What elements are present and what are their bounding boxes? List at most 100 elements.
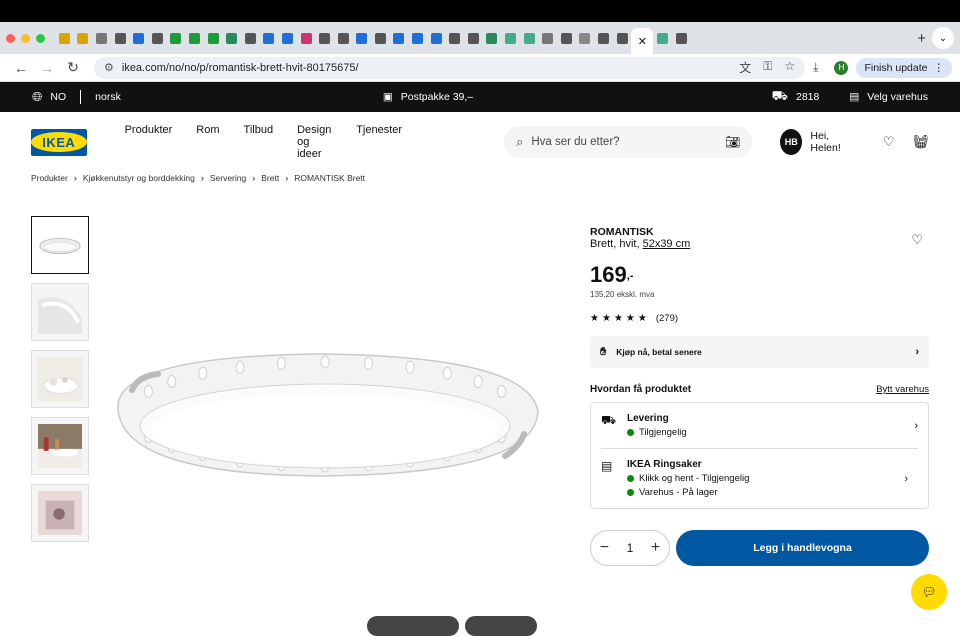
shipping-info[interactable]: ▣ Postpakke 39,– xyxy=(383,91,473,103)
browser-tab[interactable] xyxy=(520,28,539,48)
add-to-wishlist-heart-icon[interactable]: ♡ xyxy=(911,232,923,248)
download-icon[interactable]: ⤓ xyxy=(813,60,818,75)
reload-icon[interactable]: ↻ xyxy=(60,59,86,76)
heart-icon[interactable]: ♡ xyxy=(883,134,895,150)
profile-avatar[interactable]: H xyxy=(834,61,848,75)
browser-tab[interactable] xyxy=(260,28,279,48)
product-size-link[interactable]: 52x39 cm xyxy=(643,238,691,250)
browser-tab[interactable] xyxy=(613,28,632,48)
browser-tab[interactable] xyxy=(315,28,334,48)
close-window-button[interactable] xyxy=(6,34,15,43)
site-info-icon[interactable]: ⚙ xyxy=(104,61,114,74)
quantity-value[interactable]: 1 xyxy=(627,541,634,555)
minimize-window-button[interactable] xyxy=(21,34,30,43)
browser-tab[interactable] xyxy=(576,28,595,48)
breadcrumb-item[interactable]: Kjøkkenutstyr og borddekking xyxy=(83,173,195,183)
browser-tab[interactable] xyxy=(538,28,557,48)
hand-money-icon: ✋︎ xyxy=(600,346,606,359)
password-key-icon[interactable]: ⚿ xyxy=(763,59,772,76)
forward-icon[interactable]: → xyxy=(34,60,60,76)
store-selector[interactable]: ▤ Velg varehus xyxy=(849,91,928,103)
image-gallery-button[interactable] xyxy=(465,616,537,636)
rating-count: (279) xyxy=(656,313,678,324)
finish-update-button[interactable]: Finish update ⋮ xyxy=(856,58,952,78)
browser-tab[interactable] xyxy=(241,28,260,48)
rating[interactable]: ★ ★ ★ ★ ★ (279) xyxy=(590,313,929,324)
browser-tab[interactable] xyxy=(408,28,427,48)
nav-link[interactable]: Tilbud xyxy=(244,124,274,160)
browser-tab[interactable] xyxy=(445,28,464,48)
browser-tab[interactable] xyxy=(672,28,691,48)
product-main-image[interactable] xyxy=(110,334,540,494)
language-selector[interactable]: 🌐︎ NO norsk xyxy=(32,89,121,105)
ikea-logo[interactable]: IKEA xyxy=(31,129,87,156)
browser-tab[interactable] xyxy=(204,28,223,48)
browser-tab[interactable] xyxy=(501,28,520,48)
url-input[interactable]: ⚙ ikea.com/no/no/p/romantisk-brett-hvit-… xyxy=(94,57,805,79)
bookmark-star-icon[interactable]: ☆ xyxy=(784,59,795,76)
zip-selector[interactable]: ⛟ 2818 xyxy=(772,88,820,106)
breadcrumb-item[interactable]: Produkter xyxy=(31,173,68,183)
star-icon: ★ xyxy=(614,313,623,324)
browser-tab[interactable] xyxy=(92,28,111,48)
browser-tab[interactable] xyxy=(557,28,576,48)
camera-icon[interactable]: 📷︎ xyxy=(725,135,740,149)
shopping-basket-icon[interactable]: 🧺︎ xyxy=(912,134,929,150)
nav-link[interactable]: Design og ideer xyxy=(297,124,332,160)
browser-tab[interactable] xyxy=(148,28,167,48)
breadcrumb-item[interactable]: Brett xyxy=(261,173,279,183)
browser-tab[interactable] xyxy=(483,28,502,48)
browser-tab[interactable] xyxy=(334,28,353,48)
add-to-cart-button[interactable]: Legg i handlevogna xyxy=(676,530,929,566)
thumbnail-3[interactable] xyxy=(31,350,89,408)
browser-tab[interactable] xyxy=(129,28,148,48)
store-option[interactable]: ▤ IKEA Ringsaker Klikk og hent - Tilgjen… xyxy=(601,448,918,508)
minus-icon[interactable]: − xyxy=(600,539,609,557)
browser-tab[interactable] xyxy=(55,28,74,48)
browser-tab[interactable] xyxy=(390,28,409,48)
thumbnail-1[interactable] xyxy=(31,216,89,274)
browser-tab[interactable] xyxy=(371,28,390,48)
tray-cutout xyxy=(498,385,506,397)
maximize-window-button[interactable] xyxy=(36,34,45,43)
tab-favicon-icon xyxy=(208,33,219,44)
change-store-link[interactable]: Bytt varehus xyxy=(876,384,929,395)
breadcrumb-item[interactable]: Servering xyxy=(210,173,246,183)
klarna-label: Kjøp nå, betal senere xyxy=(616,347,702,357)
product-page: ROMANTISK Brett, hvit, 52x39 cm ♡ 169,- … xyxy=(0,184,960,584)
browser-tab[interactable] xyxy=(594,28,613,48)
tab-search-icon[interactable]: ⌄ xyxy=(932,27,954,49)
thumbnail-2[interactable] xyxy=(31,283,89,341)
nav-link[interactable]: Produkter xyxy=(125,124,173,160)
tab-favicon-icon xyxy=(542,33,553,44)
browser-tab[interactable] xyxy=(653,28,672,48)
browser-tab[interactable] xyxy=(297,28,316,48)
nav-link[interactable]: Tjenester xyxy=(356,124,402,160)
delivery-option[interactable]: ⛟ Levering Tilgjengelig › xyxy=(591,403,928,448)
browser-tab[interactable] xyxy=(185,28,204,48)
browser-tab[interactable] xyxy=(222,28,241,48)
thumbnail-5[interactable] xyxy=(31,484,89,542)
browser-tab[interactable] xyxy=(353,28,372,48)
plus-icon[interactable]: + xyxy=(651,539,660,557)
nav-link[interactable]: Rom xyxy=(196,124,219,160)
search-icon: ⌕ xyxy=(516,134,523,150)
translate-icon[interactable]: 文 xyxy=(739,59,751,76)
active-tab-close-icon[interactable]: ✕ xyxy=(631,28,653,54)
thumbnail-4[interactable] xyxy=(31,417,89,475)
tab-favicon-icon xyxy=(59,33,70,44)
klarna-banner[interactable]: ✋︎ Kjøp nå, betal senere › xyxy=(590,336,929,368)
browser-tab[interactable] xyxy=(464,28,483,48)
browser-tab[interactable] xyxy=(74,28,93,48)
browser-tab[interactable] xyxy=(167,28,186,48)
browser-tab[interactable] xyxy=(278,28,297,48)
image-gallery-button[interactable] xyxy=(367,616,459,636)
chat-icon[interactable]: 💬︎ xyxy=(911,574,947,610)
back-icon[interactable]: ← xyxy=(8,60,34,76)
browser-tab[interactable] xyxy=(111,28,130,48)
browser-tab[interactable] xyxy=(427,28,446,48)
search-input[interactable]: ⌕ Hva ser du etter? 📷︎ xyxy=(504,126,752,158)
new-tab-button[interactable]: + xyxy=(917,30,926,47)
user-account[interactable]: HB Hei, Helen! xyxy=(780,129,855,155)
quantity-stepper[interactable]: − 1 + xyxy=(590,530,670,566)
